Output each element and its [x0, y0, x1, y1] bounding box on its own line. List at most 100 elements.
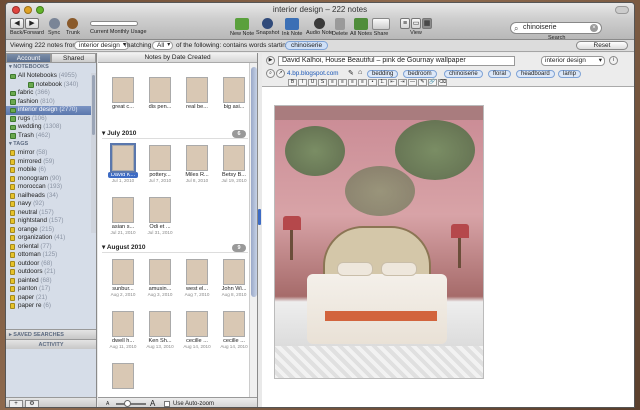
note-thumbnail[interactable]: dwell h... Aug 11, 2010 — [108, 311, 138, 349]
note-thumbnail[interactable]: amusin... Aug 3, 2010 — [145, 259, 175, 297]
note-thumbnail[interactable]: sunbur... Aug 2, 2010 — [108, 259, 138, 297]
zoom-slider-handle[interactable] — [124, 400, 131, 407]
note-list-section[interactable]: ▾ August 2010 9 — [102, 243, 248, 253]
gear-icon[interactable]: ⚙ — [25, 400, 39, 407]
format-button[interactable]: S — [318, 79, 327, 86]
new-note-button[interactable]: New Note — [230, 18, 254, 37]
play-icon[interactable]: ▶ — [266, 56, 275, 65]
list-view-icon[interactable]: ≡ — [400, 18, 410, 29]
sidebar-notebook-item[interactable]: All Notebooks (4955) — [6, 72, 96, 81]
sidebar-notebook-item[interactable]: rugs (106) — [6, 115, 96, 124]
sidebar-tag-item[interactable]: mirror (58) — [6, 149, 96, 158]
tab-shared[interactable]: Shared — [51, 53, 96, 63]
sidebar-tag-item[interactable]: oriental (77) — [6, 243, 96, 252]
share-button[interactable]: Share — [372, 18, 390, 37]
add-icon[interactable]: + — [9, 400, 23, 407]
sidebar-tag-item[interactable]: ottoman (125) — [6, 251, 96, 260]
note-image[interactable] — [274, 105, 484, 379]
zoom-slider[interactable] — [116, 403, 146, 405]
sidebar-tag-item[interactable]: nightstand (157) — [6, 217, 96, 226]
filter-match-mode-select[interactable]: All — [152, 41, 174, 50]
sidebar-tag-item[interactable]: moroccan (193) — [6, 183, 96, 192]
format-button[interactable]: U — [308, 79, 317, 86]
note-thumbnail[interactable]: Odi et ... Jul 31, 2010 — [145, 197, 175, 235]
note-thumbnail[interactable]: real be... — [182, 77, 212, 112]
format-button[interactable]: ≡ — [328, 79, 337, 86]
sidebar-tag-item[interactable]: organization (41) — [6, 234, 96, 243]
all-notes-button[interactable]: All Notes — [350, 18, 372, 37]
source-url[interactable]: 4.bp.blogspot.com — [287, 70, 338, 77]
sidebar-notebook-item[interactable]: wedding (1308) — [6, 123, 96, 132]
format-button[interactable]: ⇤ — [388, 79, 397, 86]
note-tag[interactable]: lamp — [558, 70, 582, 78]
saved-searches-heading[interactable]: ▸ SAVED SEARCHES — [6, 329, 96, 339]
sidebar-tag-item[interactable]: monogram (90) — [6, 175, 96, 184]
thumbnail-view-icon[interactable]: ▦ — [422, 18, 432, 29]
format-button[interactable]: ⇥ — [398, 79, 407, 86]
note-tag[interactable]: chinoiserie — [444, 70, 483, 78]
note-list-scrollbar[interactable] — [249, 63, 257, 397]
link-icon[interactable]: ⌕ — [266, 69, 275, 78]
note-notebook-select[interactable]: interior design — [541, 56, 605, 66]
format-button[interactable]: • — [368, 79, 377, 86]
info-icon[interactable]: i — [609, 56, 618, 65]
sidebar-tag-item[interactable]: panton (17) — [6, 285, 96, 294]
sidebar-tag-item[interactable]: painted (68) — [6, 277, 96, 286]
format-button[interactable]: ≡ — [358, 79, 367, 86]
format-button[interactable]: 1. — [378, 79, 387, 86]
note-thumbnail[interactable]: asian s... Jul 21, 2010 — [108, 197, 138, 235]
clear-search-icon[interactable]: × — [590, 24, 598, 32]
autozoom-checkbox[interactable] — [164, 401, 170, 407]
note-thumbnail[interactable]: Betsy B... Jul 19, 2010 — [219, 145, 249, 183]
note-thumbnail[interactable]: Ken Sh... Aug 13, 2010 — [145, 311, 175, 349]
back-arrow-icon[interactable]: ◀ — [10, 18, 24, 29]
note-tag[interactable]: bedding — [367, 70, 399, 78]
sidebar-notebook-item[interactable]: Trash (462) — [6, 132, 96, 141]
notebooks-heading[interactable]: ▾ NOTEBOOKS — [6, 63, 96, 72]
note-thumbnail[interactable]: big asi... — [219, 77, 249, 112]
sidebar-tag-item[interactable]: navy (92) — [6, 200, 96, 209]
format-button[interactable]: — — [408, 79, 417, 86]
note-tag[interactable]: headboard — [516, 70, 555, 78]
sidebar-tag-item[interactable]: mirrored (59) — [6, 158, 96, 167]
tag-icon[interactable]: ⌂ — [358, 69, 362, 76]
note-list-section[interactable]: ▾ July 2010 6 — [102, 129, 248, 139]
delete-button[interactable]: Delete — [332, 18, 348, 37]
note-thumbnail[interactable]: David K... Jul 1, 2010 — [108, 143, 138, 183]
forward-arrow-icon[interactable]: ▶ — [25, 18, 39, 29]
sync-button[interactable]: Sync — [48, 18, 60, 36]
note-title-field[interactable]: David Kalhoi, House Beautiful – pink de … — [278, 56, 515, 66]
note-list-header[interactable]: Notes by Date Created — [98, 53, 257, 63]
sidebar-scrollbar[interactable] — [91, 73, 96, 233]
audio-note-button[interactable]: Audio Note — [306, 18, 333, 36]
trunk-button[interactable]: Trunk — [66, 18, 80, 36]
note-thumbnail[interactable]: cecille ... Aug 14, 2010 — [182, 311, 212, 349]
card-view-icon[interactable]: ▭ — [411, 18, 421, 29]
sidebar-tag-item[interactable]: paper (21) — [6, 294, 96, 303]
note-thumbnail[interactable]: cecille ... Aug 14, 2010 — [219, 311, 249, 349]
reset-button[interactable]: Reset — [576, 41, 628, 50]
filter-notebook-select[interactable]: interior design — [74, 41, 129, 50]
sidebar-notebook-item[interactable]: fabric (366) — [6, 89, 96, 98]
sidebar-tag-item[interactable]: nailheads (34) — [6, 192, 96, 201]
sidebar-tag-item[interactable]: neutral (157) — [6, 209, 96, 218]
format-button[interactable]: ≡ — [348, 79, 357, 86]
activity-heading[interactable]: ACTIVITY — [6, 339, 96, 349]
note-thumbnail[interactable]: dis pen... — [145, 77, 175, 112]
sidebar-notebook-item[interactable]: notebook (340) — [6, 81, 96, 90]
note-thumbnail[interactable]: John Wi... Aug 8, 2010 — [219, 259, 249, 297]
snapshot-button[interactable]: Snapshot — [256, 18, 279, 36]
format-button[interactable]: B — [288, 79, 297, 86]
search-input[interactable]: ⌕ chinoiserie × — [510, 22, 602, 34]
format-button[interactable]: ≡ — [338, 79, 347, 86]
pencil-icon[interactable]: ✎ — [348, 69, 354, 77]
format-button[interactable]: ✎ — [418, 79, 427, 86]
url-icon[interactable]: ↗ — [276, 69, 285, 78]
note-thumbnail[interactable]: pottery... Jul 7, 2010 — [145, 145, 175, 183]
sidebar-tag-item[interactable]: mobile (6) — [6, 166, 96, 175]
sidebar-tag-item[interactable]: orange (215) — [6, 226, 96, 235]
note-thumbnail[interactable]: Miles R... Jul 8, 2010 — [182, 145, 212, 183]
note-tag[interactable]: floral — [488, 70, 512, 78]
sidebar-notebook-item[interactable]: fashion (810) — [6, 98, 96, 107]
note-thumbnail[interactable] — [108, 363, 138, 397]
